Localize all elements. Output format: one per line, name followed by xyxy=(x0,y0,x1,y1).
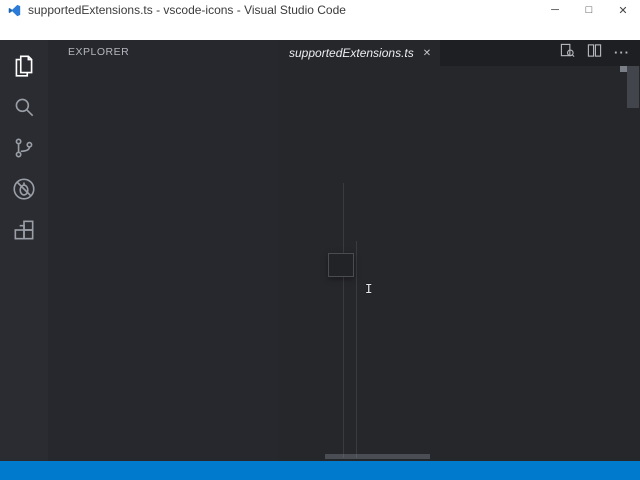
code-lines xyxy=(330,69,640,458)
vertical-scrollbar-thumb[interactable] xyxy=(627,66,639,108)
status-bar xyxy=(0,461,640,480)
title-bar: supportedExtensions.ts - vscode-icons - … xyxy=(0,0,640,20)
explorer-header: EXPLORER xyxy=(68,46,130,58)
mouse-ibeam-cursor: I xyxy=(365,281,373,296)
close-button[interactable]: ✕ xyxy=(606,0,640,20)
tab-strip: supportedExtensions.ts ✕ ··· xyxy=(278,40,640,66)
workbench: EXPLORER supportedExtensions.ts ✕ ··· I xyxy=(0,40,640,461)
open-preview-icon[interactable] xyxy=(560,43,575,63)
vscode-window: supportedExtensions.ts - vscode-icons - … xyxy=(0,0,640,480)
hover-tooltip xyxy=(328,253,354,277)
activity-bar xyxy=(0,40,48,461)
editor-actions: ··· xyxy=(560,43,640,63)
tab-label: supportedExtensions.ts xyxy=(289,46,414,60)
overview-ruler-marker xyxy=(620,66,627,72)
split-editor-icon[interactable] xyxy=(587,43,602,63)
editor-group: supportedExtensions.ts ✕ ··· I xyxy=(278,40,640,461)
maximize-button[interactable]: □ xyxy=(572,0,606,20)
tab-close-icon[interactable]: ✕ xyxy=(423,48,431,59)
tab-supportedExtensions[interactable]: supportedExtensions.ts ✕ xyxy=(278,40,441,66)
more-actions-icon[interactable]: ··· xyxy=(614,46,630,59)
indent-guide xyxy=(343,183,344,458)
search-icon[interactable] xyxy=(0,86,48,127)
source-control-icon[interactable] xyxy=(0,127,48,168)
window-title: supportedExtensions.ts - vscode-icons - … xyxy=(28,3,346,17)
minimize-button[interactable]: ─ xyxy=(538,0,572,20)
explorer-sidebar: EXPLORER xyxy=(48,40,278,461)
menu-bar xyxy=(0,20,640,40)
debug-icon[interactable] xyxy=(0,168,48,209)
explorer-icon[interactable] xyxy=(0,45,48,86)
window-controls: ─ □ ✕ xyxy=(538,0,640,20)
horizontal-scrollbar-thumb[interactable] xyxy=(325,454,430,459)
vscode-logo-icon xyxy=(8,4,21,16)
code-editor[interactable]: I xyxy=(278,66,640,461)
indent-guide xyxy=(356,241,358,458)
extensions-icon[interactable] xyxy=(0,209,48,250)
